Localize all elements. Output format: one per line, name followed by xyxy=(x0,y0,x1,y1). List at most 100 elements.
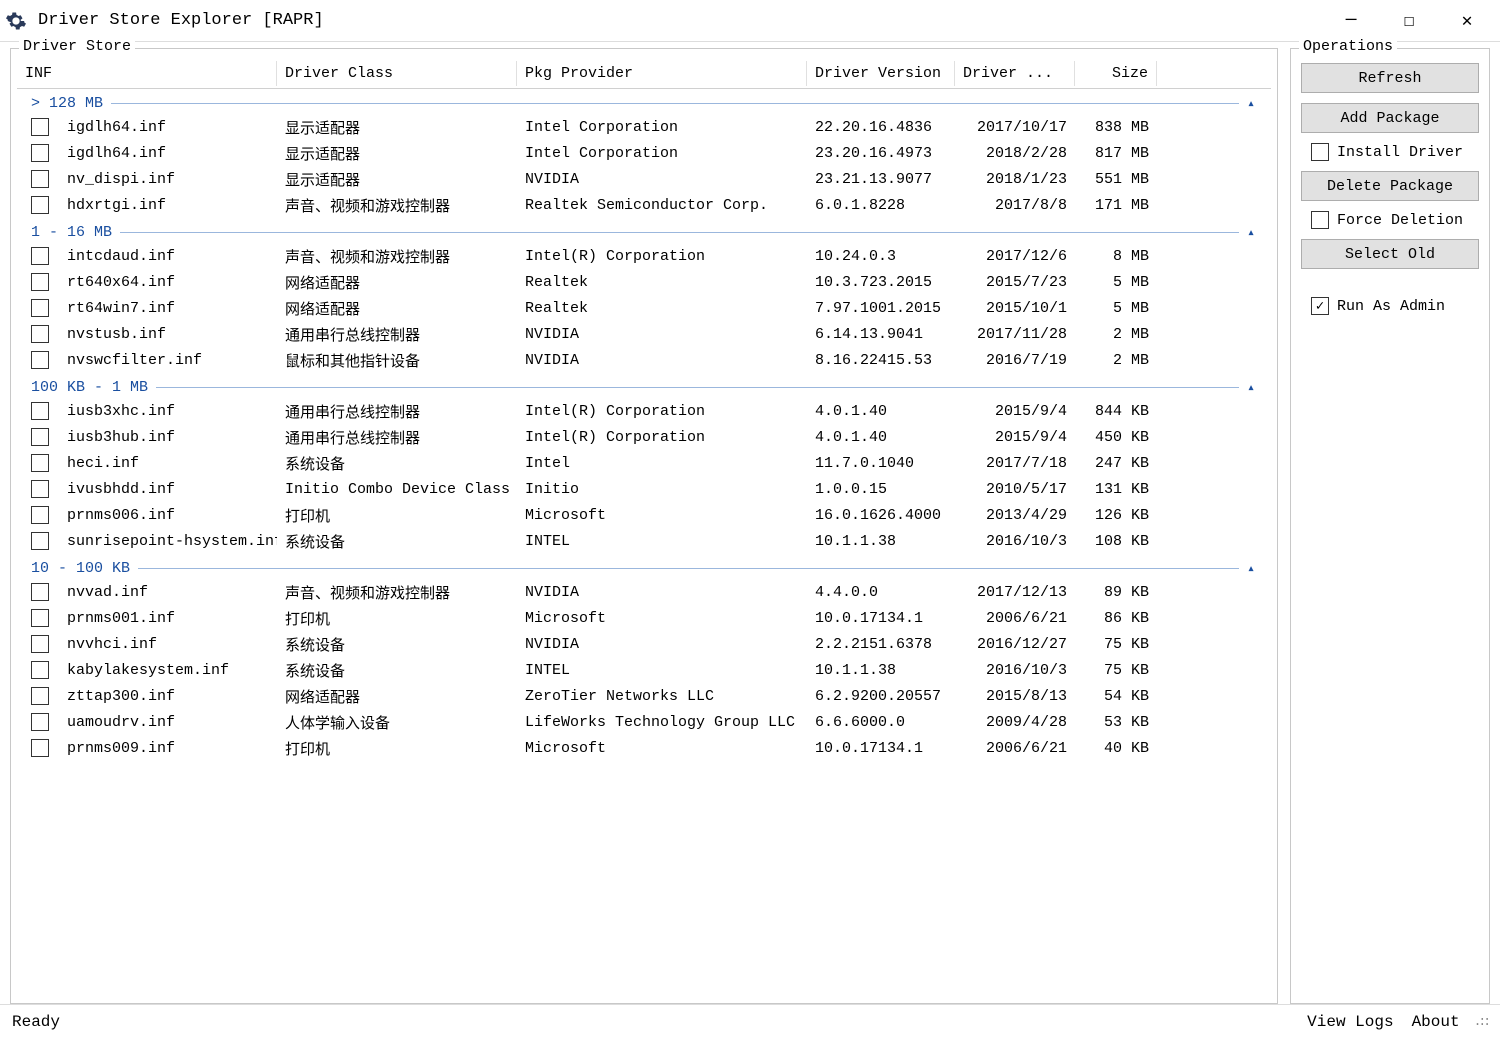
cell-version: 4.4.0.0 xyxy=(807,584,955,601)
checkbox-icon[interactable] xyxy=(1311,143,1329,161)
table-row[interactable]: sunrisepoint-hsystem.inf 系统设备 INTEL 10.1… xyxy=(17,528,1271,554)
row-checkbox[interactable] xyxy=(31,583,49,601)
table-row[interactable]: iusb3hub.inf 通用串行总线控制器 Intel(R) Corporat… xyxy=(17,424,1271,450)
row-checkbox[interactable] xyxy=(31,247,49,265)
row-checkbox[interactable] xyxy=(31,506,49,524)
cell-version: 4.0.1.40 xyxy=(807,429,955,446)
cell-size: 126 KB xyxy=(1075,507,1157,524)
col-size[interactable]: Size xyxy=(1075,61,1157,86)
app-icon xyxy=(4,9,28,33)
col-inf[interactable]: INF xyxy=(17,61,277,86)
row-checkbox[interactable] xyxy=(31,454,49,472)
driver-grid: INF Driver Class Pkg Provider Driver Ver… xyxy=(17,59,1271,997)
cell-version: 10.3.723.2015 xyxy=(807,274,955,291)
cell-provider: INTEL xyxy=(517,533,807,550)
group-header[interactable]: > 128 MB▴ xyxy=(17,89,1271,114)
col-date[interactable]: Driver ... xyxy=(955,61,1075,86)
table-row[interactable]: intcdaud.inf 声音、视频和游戏控制器 Intel(R) Corpor… xyxy=(17,243,1271,269)
row-checkbox[interactable] xyxy=(31,402,49,420)
group-header[interactable]: 1 - 16 MB▴ xyxy=(17,218,1271,243)
group-header[interactable]: 100 KB - 1 MB▴ xyxy=(17,373,1271,398)
force-deletion-check[interactable]: Force Deletion xyxy=(1301,211,1479,229)
cell-inf: nvstusb.inf xyxy=(59,326,277,343)
collapse-icon[interactable]: ▴ xyxy=(1247,380,1271,395)
row-checkbox[interactable] xyxy=(31,118,49,136)
row-checkbox[interactable] xyxy=(31,273,49,291)
cell-date: 2015/9/4 xyxy=(955,403,1075,420)
row-checkbox[interactable] xyxy=(31,325,49,343)
cell-size: 450 KB xyxy=(1075,429,1157,446)
table-row[interactable]: uamoudrv.inf 人体学输入设备 LifeWorks Technolog… xyxy=(17,709,1271,735)
table-row[interactable]: zttap300.inf 网络适配器 ZeroTier Networks LLC… xyxy=(17,683,1271,709)
collapse-icon[interactable]: ▴ xyxy=(1247,225,1271,240)
table-row[interactable]: iusb3xhc.inf 通用串行总线控制器 Intel(R) Corporat… xyxy=(17,398,1271,424)
collapse-icon[interactable]: ▴ xyxy=(1247,96,1271,111)
row-checkbox[interactable] xyxy=(31,428,49,446)
col-version[interactable]: Driver Version xyxy=(807,61,955,86)
cell-date: 2018/2/28 xyxy=(955,145,1075,162)
cell-date: 2017/11/28 xyxy=(955,326,1075,343)
install-driver-check[interactable]: Install Driver xyxy=(1301,143,1479,161)
table-row[interactable]: nvvad.inf 声音、视频和游戏控制器 NVIDIA 4.4.0.0 201… xyxy=(17,579,1271,605)
table-row[interactable]: rt64win7.inf 网络适配器 Realtek 7.97.1001.201… xyxy=(17,295,1271,321)
row-checkbox[interactable] xyxy=(31,144,49,162)
cell-class: 网络适配器 xyxy=(277,272,517,293)
cell-inf: prnms001.inf xyxy=(59,610,277,627)
column-headers[interactable]: INF Driver Class Pkg Provider Driver Ver… xyxy=(17,59,1271,89)
table-row[interactable]: igdlh64.inf 显示适配器 Intel Corporation 22.2… xyxy=(17,114,1271,140)
cell-class: 鼠标和其他指针设备 xyxy=(277,350,517,371)
table-row[interactable]: nvstusb.inf 通用串行总线控制器 NVIDIA 6.14.13.904… xyxy=(17,321,1271,347)
row-checkbox[interactable] xyxy=(31,351,49,369)
about-link[interactable]: About xyxy=(1412,1013,1460,1031)
cell-date: 2016/12/27 xyxy=(955,636,1075,653)
maximize-button[interactable]: ☐ xyxy=(1380,2,1438,40)
col-provider[interactable]: Pkg Provider xyxy=(517,61,807,86)
cell-provider: NVIDIA xyxy=(517,352,807,369)
titlebar: Driver Store Explorer [RAPR] ─ ☐ ✕ xyxy=(0,0,1500,42)
select-old-button[interactable]: Select Old xyxy=(1301,239,1479,269)
checkbox-icon[interactable] xyxy=(1311,211,1329,229)
run-as-admin-check[interactable]: ✓ Run As Admin xyxy=(1301,297,1479,315)
table-row[interactable]: nv_dispi.inf 显示适配器 NVIDIA 23.21.13.9077 … xyxy=(17,166,1271,192)
row-checkbox[interactable] xyxy=(31,661,49,679)
row-checkbox[interactable] xyxy=(31,713,49,731)
row-checkbox[interactable] xyxy=(31,196,49,214)
cell-date: 2015/9/4 xyxy=(955,429,1075,446)
add-package-button[interactable]: Add Package xyxy=(1301,103,1479,133)
table-row[interactable]: nvswcfilter.inf 鼠标和其他指针设备 NVIDIA 8.16.22… xyxy=(17,347,1271,373)
table-row[interactable]: prnms009.inf 打印机 Microsoft 10.0.17134.1 … xyxy=(17,735,1271,761)
col-class[interactable]: Driver Class xyxy=(277,61,517,86)
cell-version: 6.2.9200.20557 xyxy=(807,688,955,705)
row-checkbox[interactable] xyxy=(31,532,49,550)
row-checkbox[interactable] xyxy=(31,609,49,627)
table-row[interactable]: igdlh64.inf 显示适配器 Intel Corporation 23.2… xyxy=(17,140,1271,166)
table-row[interactable]: prnms006.inf 打印机 Microsoft 16.0.1626.400… xyxy=(17,502,1271,528)
checkbox-checked-icon[interactable]: ✓ xyxy=(1311,297,1329,315)
resize-grip-icon[interactable]: .:: xyxy=(1474,1014,1488,1029)
table-row[interactable]: prnms001.inf 打印机 Microsoft 10.0.17134.1 … xyxy=(17,605,1271,631)
row-checkbox[interactable] xyxy=(31,687,49,705)
collapse-icon[interactable]: ▴ xyxy=(1247,561,1271,576)
row-checkbox[interactable] xyxy=(31,299,49,317)
group-header[interactable]: 10 - 100 KB▴ xyxy=(17,554,1271,579)
cell-version: 10.1.1.38 xyxy=(807,662,955,679)
cell-version: 16.0.1626.4000 xyxy=(807,507,955,524)
table-row[interactable]: hdxrtgi.inf 声音、视频和游戏控制器 Realtek Semicond… xyxy=(17,192,1271,218)
row-checkbox[interactable] xyxy=(31,480,49,498)
row-checkbox[interactable] xyxy=(31,170,49,188)
minimize-button[interactable]: ─ xyxy=(1322,2,1380,40)
table-row[interactable]: heci.inf 系统设备 Intel 11.7.0.1040 2017/7/1… xyxy=(17,450,1271,476)
table-row[interactable]: nvvhci.inf 系统设备 NVIDIA 2.2.2151.6378 201… xyxy=(17,631,1271,657)
table-row[interactable]: rt640x64.inf 网络适配器 Realtek 10.3.723.2015… xyxy=(17,269,1271,295)
cell-date: 2016/10/3 xyxy=(955,662,1075,679)
delete-package-button[interactable]: Delete Package xyxy=(1301,171,1479,201)
table-row[interactable]: kabylakesystem.inf 系统设备 INTEL 10.1.1.38 … xyxy=(17,657,1271,683)
close-button[interactable]: ✕ xyxy=(1438,2,1496,40)
row-checkbox[interactable] xyxy=(31,635,49,653)
view-logs-link[interactable]: View Logs xyxy=(1307,1013,1393,1031)
cell-class: 打印机 xyxy=(277,738,517,759)
row-checkbox[interactable] xyxy=(31,739,49,757)
refresh-button[interactable]: Refresh xyxy=(1301,63,1479,93)
cell-inf: hdxrtgi.inf xyxy=(59,197,277,214)
table-row[interactable]: ivusbhdd.inf Initio Combo Device Class I… xyxy=(17,476,1271,502)
